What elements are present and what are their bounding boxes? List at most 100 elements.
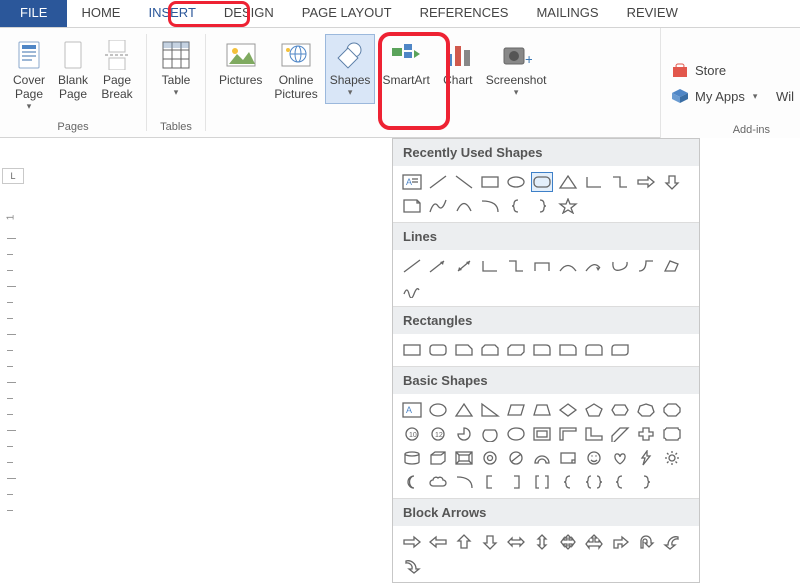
pictures-button[interactable]: Pictures bbox=[214, 34, 267, 104]
basic-sun[interactable] bbox=[661, 448, 683, 468]
shape-l-arrow-connector[interactable] bbox=[583, 172, 605, 192]
basic-decagon[interactable]: 10 bbox=[401, 424, 423, 444]
shape-textbox[interactable]: A bbox=[401, 172, 423, 192]
chart-button[interactable]: Chart bbox=[437, 34, 479, 104]
line-curved-arrow[interactable] bbox=[583, 256, 605, 276]
basic-lbrace[interactable] bbox=[609, 472, 631, 492]
page-break-button[interactable]: PageBreak bbox=[96, 34, 138, 115]
shape-right-brace[interactable] bbox=[531, 196, 553, 216]
basic-dblbrace[interactable] bbox=[583, 472, 605, 492]
shape-line2[interactable] bbox=[453, 172, 475, 192]
basic-pentagon[interactable] bbox=[583, 400, 605, 420]
shape-down-arrow[interactable] bbox=[661, 172, 683, 192]
blank-page-button[interactable]: BlankPage bbox=[52, 34, 94, 115]
basic-l-shape[interactable] bbox=[583, 424, 605, 444]
line-elbow-arrow[interactable] bbox=[505, 256, 527, 276]
basic-heart[interactable] bbox=[609, 448, 631, 468]
basic-triangle[interactable] bbox=[453, 400, 475, 420]
tab-review[interactable]: REVIEW bbox=[613, 0, 692, 27]
store-button[interactable]: Store bbox=[671, 62, 800, 78]
basic-can[interactable] bbox=[401, 448, 423, 468]
rect-snip-diag[interactable] bbox=[505, 340, 527, 360]
basic-octagon[interactable] bbox=[661, 400, 683, 420]
myapps-button[interactable]: My Apps▾ Wil bbox=[671, 88, 800, 104]
arrow-leftrightup[interactable] bbox=[583, 532, 605, 552]
arrow-curved-left[interactable] bbox=[661, 532, 683, 552]
basic-teardrop[interactable] bbox=[505, 424, 527, 444]
wiki-label[interactable]: Wil bbox=[776, 89, 794, 104]
tab-references[interactable]: REFERENCES bbox=[406, 0, 523, 27]
tab-mailings[interactable]: MAILINGS bbox=[522, 0, 612, 27]
shape-curve[interactable] bbox=[427, 196, 449, 216]
basic-cloud[interactable] bbox=[427, 472, 449, 492]
tab-file[interactable]: FILE bbox=[0, 0, 67, 27]
arrow-leftright[interactable] bbox=[505, 532, 527, 552]
table-button[interactable]: Table ▾ bbox=[155, 34, 197, 101]
basic-dodecagon[interactable]: 12 bbox=[427, 424, 449, 444]
shape-oval[interactable] bbox=[505, 172, 527, 192]
shape-rectangle[interactable] bbox=[479, 172, 501, 192]
basic-no-symbol[interactable] bbox=[505, 448, 527, 468]
shapes-button[interactable]: Shapes ▾ bbox=[325, 34, 376, 104]
basic-block-arc[interactable] bbox=[531, 448, 553, 468]
online-pictures-button[interactable]: OnlinePictures bbox=[269, 34, 322, 104]
line-curve[interactable] bbox=[557, 256, 579, 276]
basic-diamond[interactable] bbox=[557, 400, 579, 420]
basic-plaque[interactable] bbox=[661, 424, 683, 444]
arrow-bent[interactable] bbox=[609, 532, 631, 552]
basic-dblbracket[interactable] bbox=[531, 472, 553, 492]
basic-rbrace[interactable] bbox=[635, 472, 657, 492]
arrow-updown[interactable] bbox=[531, 532, 553, 552]
basic-smiley[interactable] bbox=[583, 448, 605, 468]
basic-cube[interactable] bbox=[427, 448, 449, 468]
arrow-uturn[interactable] bbox=[635, 532, 657, 552]
basic-bevel[interactable] bbox=[453, 448, 475, 468]
shape-triangle[interactable] bbox=[557, 172, 579, 192]
basic-pie[interactable] bbox=[453, 424, 475, 444]
basic-textbox[interactable]: A bbox=[401, 400, 423, 420]
arrow-quad[interactable] bbox=[557, 532, 579, 552]
line-elbow[interactable] bbox=[479, 256, 501, 276]
basic-donut[interactable] bbox=[479, 448, 501, 468]
line-double-arrow[interactable] bbox=[453, 256, 475, 276]
rect-round-diag[interactable] bbox=[609, 340, 631, 360]
basic-frame[interactable] bbox=[531, 424, 553, 444]
line-curved-double[interactable] bbox=[609, 256, 631, 276]
cover-page-button[interactable]: CoverPage ▾ bbox=[8, 34, 50, 115]
tab-insert[interactable]: INSERT bbox=[134, 0, 209, 27]
basic-lbrace2[interactable] bbox=[557, 472, 579, 492]
basic-half-frame[interactable] bbox=[557, 424, 579, 444]
arrow-down[interactable] bbox=[479, 532, 501, 552]
screenshot-button[interactable]: + Screenshot ▾ bbox=[481, 34, 552, 104]
basic-folded[interactable] bbox=[557, 448, 579, 468]
arrow-left[interactable] bbox=[427, 532, 449, 552]
rect-rounded[interactable] bbox=[427, 340, 449, 360]
basic-chord[interactable] bbox=[479, 424, 501, 444]
basic-trapezoid[interactable] bbox=[531, 400, 553, 420]
rect-plain[interactable] bbox=[401, 340, 423, 360]
rect-round-single[interactable] bbox=[557, 340, 579, 360]
basic-heptagon[interactable] bbox=[635, 400, 657, 420]
smartart-button[interactable]: SmartArt bbox=[377, 34, 434, 104]
basic-rbracket[interactable] bbox=[505, 472, 527, 492]
rect-snip-single[interactable] bbox=[453, 340, 475, 360]
ruler-corner[interactable]: L bbox=[2, 168, 24, 184]
shape-rounded-rect[interactable] bbox=[531, 172, 553, 192]
shape-star[interactable] bbox=[557, 196, 579, 216]
tab-page-layout[interactable]: PAGE LAYOUT bbox=[288, 0, 406, 27]
arrow-curved-right[interactable] bbox=[401, 556, 423, 576]
basic-diag-stripe[interactable] bbox=[609, 424, 631, 444]
basic-arc2[interactable] bbox=[453, 472, 475, 492]
shape-right-arrow[interactable] bbox=[635, 172, 657, 192]
line-straight[interactable] bbox=[401, 256, 423, 276]
line-elbow-double[interactable] bbox=[531, 256, 553, 276]
tab-home[interactable]: HOME bbox=[67, 0, 134, 27]
basic-right-triangle[interactable] bbox=[479, 400, 501, 420]
line-scribble[interactable] bbox=[401, 280, 423, 300]
arrow-up[interactable] bbox=[453, 532, 475, 552]
rect-snip-same[interactable] bbox=[479, 340, 501, 360]
shape-folded-corner[interactable] bbox=[401, 196, 423, 216]
rect-round-same[interactable] bbox=[583, 340, 605, 360]
rect-snip-round[interactable] bbox=[531, 340, 553, 360]
shape-arc2[interactable] bbox=[479, 196, 501, 216]
